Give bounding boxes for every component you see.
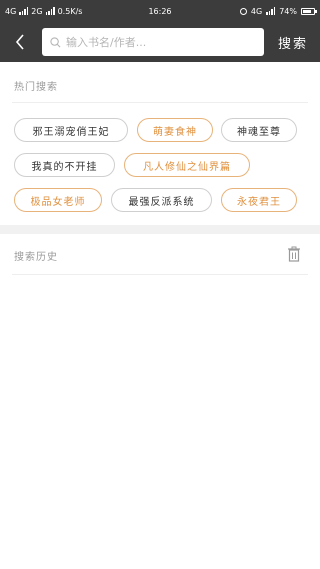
search-box[interactable] xyxy=(42,27,264,57)
hot-tag[interactable]: 邪王溺宠俏王妃 xyxy=(14,118,128,142)
battery-icon xyxy=(301,7,317,15)
hot-search-divider xyxy=(12,102,308,103)
search-toolbar: 搜索 xyxy=(0,22,320,62)
alarm-icon xyxy=(239,7,247,15)
hot-search-title: 热门搜索 xyxy=(14,82,58,93)
chevron-left-icon xyxy=(15,34,24,50)
signal-icon-2 xyxy=(45,7,55,15)
network-speed: 0.5K/s xyxy=(57,6,83,16)
history-divider xyxy=(12,274,308,275)
history-title: 搜索历史 xyxy=(14,252,58,263)
network-type-2: 2G xyxy=(31,6,43,16)
hot-tag[interactable]: 神魂至尊 xyxy=(221,118,297,142)
hot-tag[interactable]: 萌妻食神 xyxy=(137,118,213,142)
signal-icon-3 xyxy=(266,7,276,15)
signal-icon xyxy=(19,7,29,15)
search-button[interactable]: 搜索 xyxy=(278,33,308,52)
status-bar: 4G 2G 0.5K/s 16:26 4G 74% xyxy=(0,0,320,22)
battery-level: 74% xyxy=(279,6,297,16)
section-separator xyxy=(0,225,320,234)
hot-tag[interactable]: 凡人修仙之仙界篇 xyxy=(124,153,250,177)
status-right: 4G 74% xyxy=(239,6,317,16)
hot-tag[interactable]: 极品女老师 xyxy=(14,188,102,212)
network-type-1: 4G xyxy=(5,6,17,16)
hot-tag[interactable]: 我真的不开挂 xyxy=(14,153,115,177)
back-button[interactable] xyxy=(11,33,29,51)
network-type-right: 4G xyxy=(250,6,263,16)
status-left: 4G 2G 0.5K/s xyxy=(5,7,240,16)
hot-tag[interactable]: 最强反派系统 xyxy=(111,188,212,212)
search-input[interactable] xyxy=(61,27,264,57)
hot-tag[interactable]: 永夜君王 xyxy=(221,188,297,212)
trash-icon[interactable] xyxy=(287,246,301,262)
search-icon xyxy=(50,36,61,47)
